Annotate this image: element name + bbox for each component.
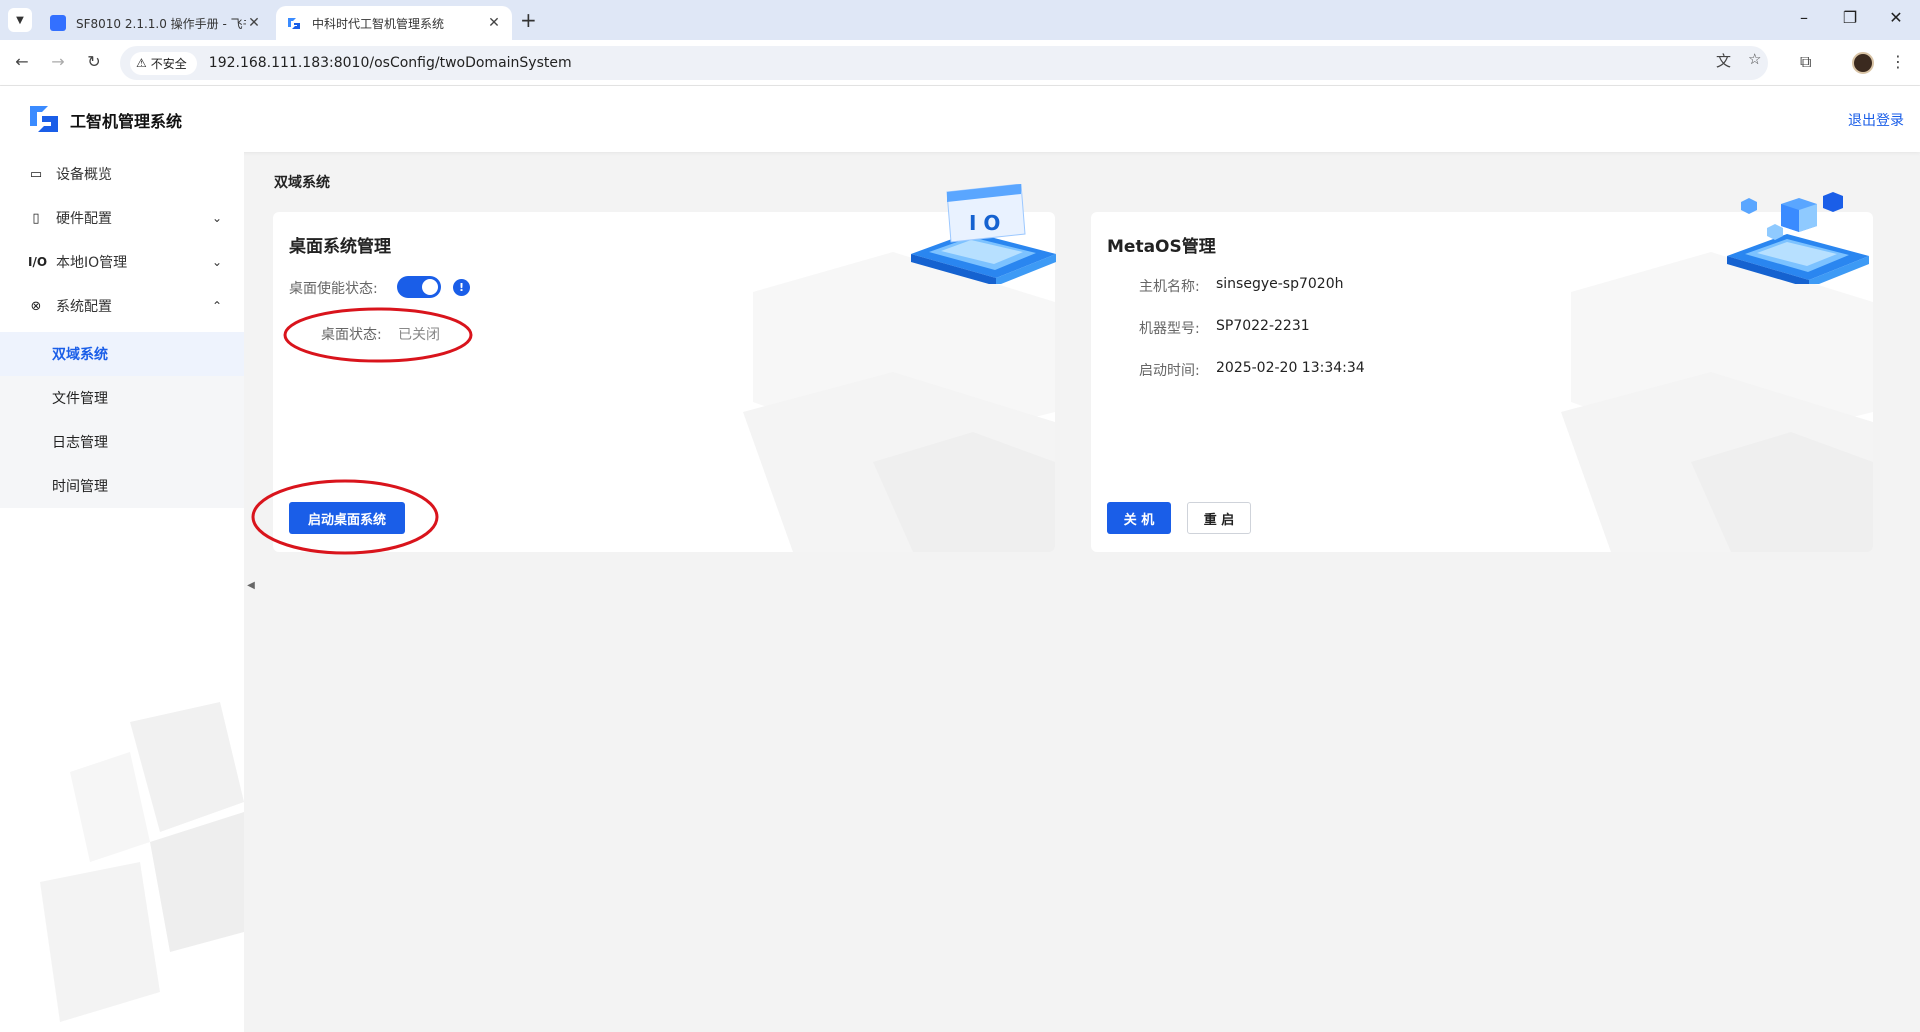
sidebar: ▭ 设备概览 ▯ 硬件配置 ⌄ I/O 本地IO管理 ⌄ ⊗ 系统配置 ⌃ 双域… [0, 152, 244, 1032]
security-chip[interactable]: ⚠ 不安全 [130, 51, 197, 75]
tab-title: SF8010 2.1.1.0 操作手册 - 飞书 [76, 16, 246, 31]
extensions-icon[interactable]: ⧉ [1800, 52, 1811, 72]
new-tab-icon[interactable]: + [520, 8, 537, 32]
info-icon[interactable]: ! [453, 279, 470, 296]
hostname-label: 主机名称: [1139, 279, 1200, 295]
model-value: SP7022-2231 [1216, 318, 1310, 334]
document-icon [50, 15, 66, 31]
sidebar-subitem-dual-domain[interactable]: 双域系统 [0, 332, 244, 376]
app-header: 工智机管理系统 退出登录 [0, 86, 1920, 152]
close-icon[interactable]: ✕ [246, 15, 262, 31]
io-icon: I/O [28, 255, 48, 269]
chevron-down-icon: ▼ [16, 14, 24, 26]
sidebar-item-system-config[interactable]: ⊗ 系统配置 ⌃ [0, 284, 244, 328]
sidebar-item-hardware-config[interactable]: ▯ 硬件配置 ⌄ [0, 196, 244, 240]
card-title: MetaOS管理 [1107, 237, 1216, 257]
metaos-card: MetaOS管理 主机名称: sinsegye-sp7020h 机器型号: SP… [1091, 192, 1873, 552]
restore-icon[interactable]: ❐ [1840, 8, 1860, 27]
star-icon[interactable]: ☆ [1748, 50, 1761, 68]
back-arrow-icon[interactable]: ← [12, 52, 32, 71]
sidebar-subitem-label: 双域系统 [52, 347, 108, 363]
metaos-illustration-icon [1727, 192, 1869, 284]
card-title: 桌面系统管理 [289, 237, 391, 257]
desktop-status-value: 已关闭 [398, 327, 440, 343]
menu-dots-icon[interactable]: ⋮ [1890, 52, 1906, 71]
tab-search-button[interactable]: ▼ [8, 8, 32, 32]
caret-left-icon: ◀ [247, 579, 255, 591]
sidebar-subitem-label: 文件管理 [52, 391, 108, 407]
app-logo-icon [30, 106, 58, 132]
desktop-system-card: 桌面系统管理 桌面使能状态: ! 桌面状态: 已关闭 启动桌面系统 I O [273, 184, 1056, 552]
sidebar-subitem-file-management[interactable]: 文件管理 [0, 376, 244, 420]
sidebar-item-device-overview[interactable]: ▭ 设备概览 [0, 152, 244, 196]
sidebar-subitem-time-management[interactable]: 时间管理 [0, 464, 244, 508]
profile-avatar[interactable] [1852, 52, 1874, 74]
warning-icon: ⚠ [136, 56, 147, 70]
tab-title: 中科时代工智机管理系统 [312, 16, 445, 31]
logout-link[interactable]: 退出登录 [1848, 110, 1904, 130]
toggle-knob [422, 279, 438, 295]
sidebar-item-label: 系统配置 [56, 299, 112, 315]
sidebar-subitem-label: 日志管理 [52, 435, 108, 451]
desktop-enable-label: 桌面使能状态: [289, 281, 378, 297]
chevron-down-icon: ⌄ [211, 255, 222, 269]
svg-text:I O: I O [969, 211, 1000, 235]
settings-icon: ⊗ [30, 298, 42, 314]
device-icon: ▯ [32, 210, 40, 226]
url-text[interactable]: 192.168.111.183:8010/osConfig/twoDomainS… [209, 55, 572, 71]
monitor-icon: ▭ [29, 166, 43, 182]
browser-toolbar: ← → ↻ ⚠ 不安全 192.168.111.183:8010/osConfi… [0, 40, 1920, 86]
sidebar-item-local-io[interactable]: I/O 本地IO管理 ⌄ [0, 240, 244, 284]
security-label: 不安全 [150, 56, 187, 71]
sidebar-subitem-label: 时间管理 [52, 479, 108, 495]
page-title: 双域系统 [274, 175, 330, 191]
desktop-enable-toggle[interactable] [397, 276, 441, 298]
sidebar-background-cubes [40, 702, 244, 1022]
translate-icon[interactable]: 文 [1716, 50, 1731, 71]
model-label: 机器型号: [1139, 321, 1200, 337]
browser-tabstrip: ▼ SF8010 2.1.1.0 操作手册 - 飞书 ✕ 中科时代工智机管理系统… [0, 0, 1920, 40]
boot-time-label: 启动时间: [1139, 363, 1200, 379]
minimize-icon[interactable]: – [1794, 8, 1814, 27]
sidebar-subitem-log-management[interactable]: 日志管理 [0, 420, 244, 464]
sidebar-item-label: 硬件配置 [56, 211, 112, 227]
boot-time-value: 2025-02-20 13:34:34 [1216, 360, 1365, 376]
window-close-icon[interactable]: ✕ [1886, 8, 1906, 27]
browser-tab-manual[interactable]: SF8010 2.1.1.0 操作手册 - 飞书 ✕ [40, 6, 272, 40]
reload-icon[interactable]: ↻ [84, 52, 104, 71]
app-logo-icon [288, 18, 300, 29]
start-desktop-button[interactable]: 启动桌面系统 [289, 502, 405, 534]
desktop-status-label: 桌面状态: [321, 327, 382, 343]
restart-button[interactable]: 重 启 [1187, 502, 1251, 534]
browser-tab-active[interactable]: 中科时代工智机管理系统 ✕ [276, 6, 512, 40]
shutdown-button[interactable]: 关 机 [1107, 502, 1171, 534]
chevron-down-icon: ⌄ [211, 211, 222, 225]
app-title: 工智机管理系统 [70, 112, 183, 131]
sidebar-item-label: 设备概览 [56, 167, 112, 183]
chevron-up-icon: ⌃ [211, 299, 222, 313]
close-icon[interactable]: ✕ [486, 15, 502, 31]
desktop-illustration-icon: I O [911, 184, 1056, 284]
forward-arrow-icon[interactable]: → [48, 52, 68, 71]
sidebar-collapse-handle[interactable]: ◀ [244, 560, 258, 610]
address-bar[interactable]: ⚠ 不安全 192.168.111.183:8010/osConfig/twoD… [120, 46, 1768, 80]
hostname-value: sinsegye-sp7020h [1216, 276, 1344, 292]
sidebar-item-label: 本地IO管理 [56, 255, 128, 271]
